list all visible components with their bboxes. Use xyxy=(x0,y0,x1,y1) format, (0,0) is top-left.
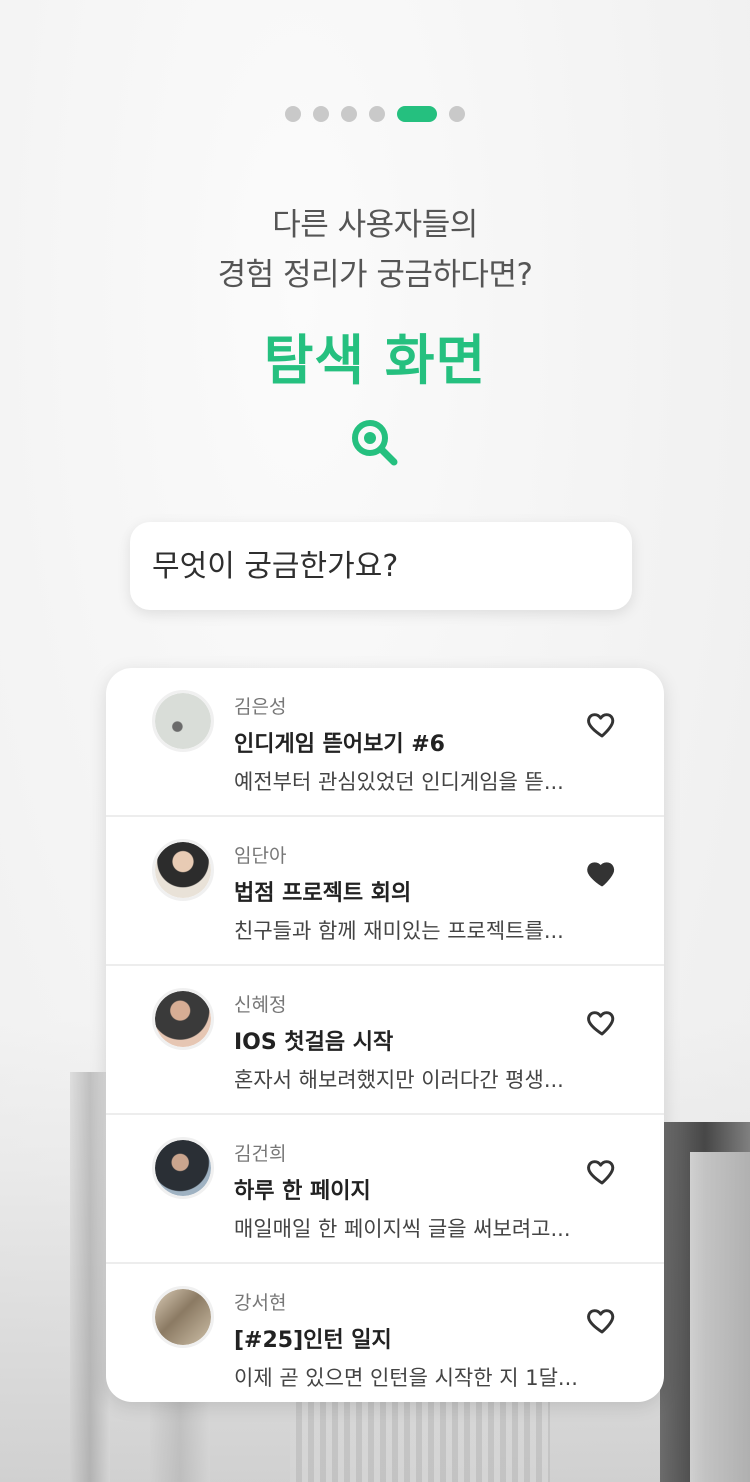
pagination-dot[interactable] xyxy=(341,106,357,122)
subtitle-line-2: 경험 정리가 궁금하다면? xyxy=(217,257,533,293)
post-title: [#25]인턴 일지 xyxy=(234,1328,392,1353)
post-item[interactable]: 강서현 [#25]인턴 일지 이제 곧 있으면 인턴을 시작한 지 1달... xyxy=(106,1264,664,1402)
post-item[interactable]: 신혜정 IOS 첫걸음 시작 혼자서 해보려했지만 이러다간 평생... xyxy=(106,966,664,1115)
post-snippet: 이제 곧 있으면 인턴을 시작한 지 1달... xyxy=(234,1366,578,1390)
post-item[interactable]: 김건희 하루 한 페이지 매일매일 한 페이지씩 글을 써보려고... xyxy=(106,1115,664,1264)
post-title: 법점 프로젝트 회의 xyxy=(234,881,412,906)
magnifier-icon xyxy=(352,420,398,466)
page-title: 탐색 화면 xyxy=(263,329,487,392)
search-bar[interactable] xyxy=(130,522,632,610)
subtitle-line-1: 다른 사용자들의 xyxy=(272,207,478,243)
post-item[interactable]: 김은성 인디게임 뜯어보기 #6 예전부터 관심있었던 인디게임을 뜯... xyxy=(106,668,664,817)
post-snippet: 혼자서 해보려했지만 이러다간 평생... xyxy=(234,1068,564,1092)
author-name: 임단아 xyxy=(234,845,287,867)
pagination-dot-active[interactable] xyxy=(397,106,437,122)
pagination-dot[interactable] xyxy=(285,106,301,122)
avatar xyxy=(152,1286,214,1348)
post-title: IOS 첫걸음 시작 xyxy=(234,1030,394,1055)
search-input[interactable] xyxy=(152,548,632,584)
avatar xyxy=(152,839,214,901)
subtitle: 다른 사용자들의 경험 정리가 궁금하다면? xyxy=(0,200,750,300)
post-list: 김은성 인디게임 뜯어보기 #6 예전부터 관심있었던 인디게임을 뜯... 임… xyxy=(106,668,664,1402)
avatar xyxy=(152,690,214,752)
post-snippet: 매일매일 한 페이지씩 글을 써보려고... xyxy=(234,1217,571,1241)
pagination-dot[interactable] xyxy=(313,106,329,122)
pagination-dots xyxy=(0,106,750,122)
heart-filled-icon[interactable] xyxy=(586,857,618,889)
author-name: 신혜정 xyxy=(234,994,287,1016)
avatar xyxy=(152,988,214,1050)
post-item[interactable]: 임단아 법점 프로젝트 회의 친구들과 함께 재미있는 프로젝트를... xyxy=(106,817,664,966)
post-title: 인디게임 뜯어보기 #6 xyxy=(234,732,445,757)
author-name: 강서현 xyxy=(234,1292,287,1314)
avatar xyxy=(152,1137,214,1199)
heart-outline-icon[interactable] xyxy=(586,1155,618,1187)
post-snippet: 친구들과 함께 재미있는 프로젝트를... xyxy=(234,919,564,943)
heart-outline-icon[interactable] xyxy=(586,708,618,740)
heart-outline-icon[interactable] xyxy=(586,1006,618,1038)
pagination-dot[interactable] xyxy=(449,106,465,122)
author-name: 김은성 xyxy=(234,696,287,718)
pagination-dot[interactable] xyxy=(369,106,385,122)
post-title: 하루 한 페이지 xyxy=(234,1179,371,1204)
heart-outline-icon[interactable] xyxy=(586,1304,618,1336)
author-name: 김건희 xyxy=(234,1143,287,1165)
post-snippet: 예전부터 관심있었던 인디게임을 뜯... xyxy=(234,770,564,794)
